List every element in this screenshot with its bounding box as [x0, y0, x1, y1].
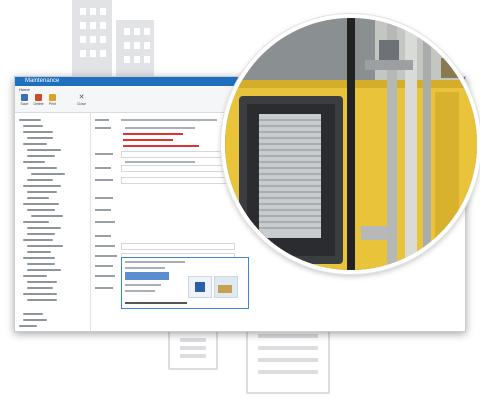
equipment-photo-magnifier — [221, 14, 480, 274]
close-icon: ✕ — [78, 94, 85, 101]
field-input[interactable] — [121, 243, 235, 250]
delete-button[interactable]: Delete — [32, 94, 45, 110]
close-button[interactable]: ✕ Close — [75, 94, 88, 110]
field-input[interactable] — [121, 165, 235, 172]
print-button[interactable]: Print — [46, 94, 59, 110]
field-input[interactable] — [121, 151, 235, 158]
attachment-caption-line — [125, 302, 187, 304]
word-document-icon — [195, 282, 205, 292]
window-title: Maintenance — [25, 78, 60, 84]
ribbon-tab-home[interactable]: Home — [19, 87, 30, 92]
photo-icon — [218, 285, 232, 293]
background-document-left — [168, 326, 218, 370]
field-input[interactable] — [121, 177, 235, 184]
document-thumbnail[interactable] — [188, 276, 212, 298]
delete-icon — [35, 94, 42, 101]
photo-thumbnail[interactable] — [214, 276, 238, 298]
validation-marker — [123, 133, 183, 135]
selected-attachment-row[interactable] — [125, 272, 169, 280]
attachments-panel — [121, 257, 249, 309]
save-icon — [21, 94, 28, 101]
navigation-tree[interactable] — [15, 113, 91, 331]
equipment-photo — [225, 18, 477, 270]
save-button[interactable]: Save — [18, 94, 31, 110]
print-icon — [49, 94, 56, 101]
